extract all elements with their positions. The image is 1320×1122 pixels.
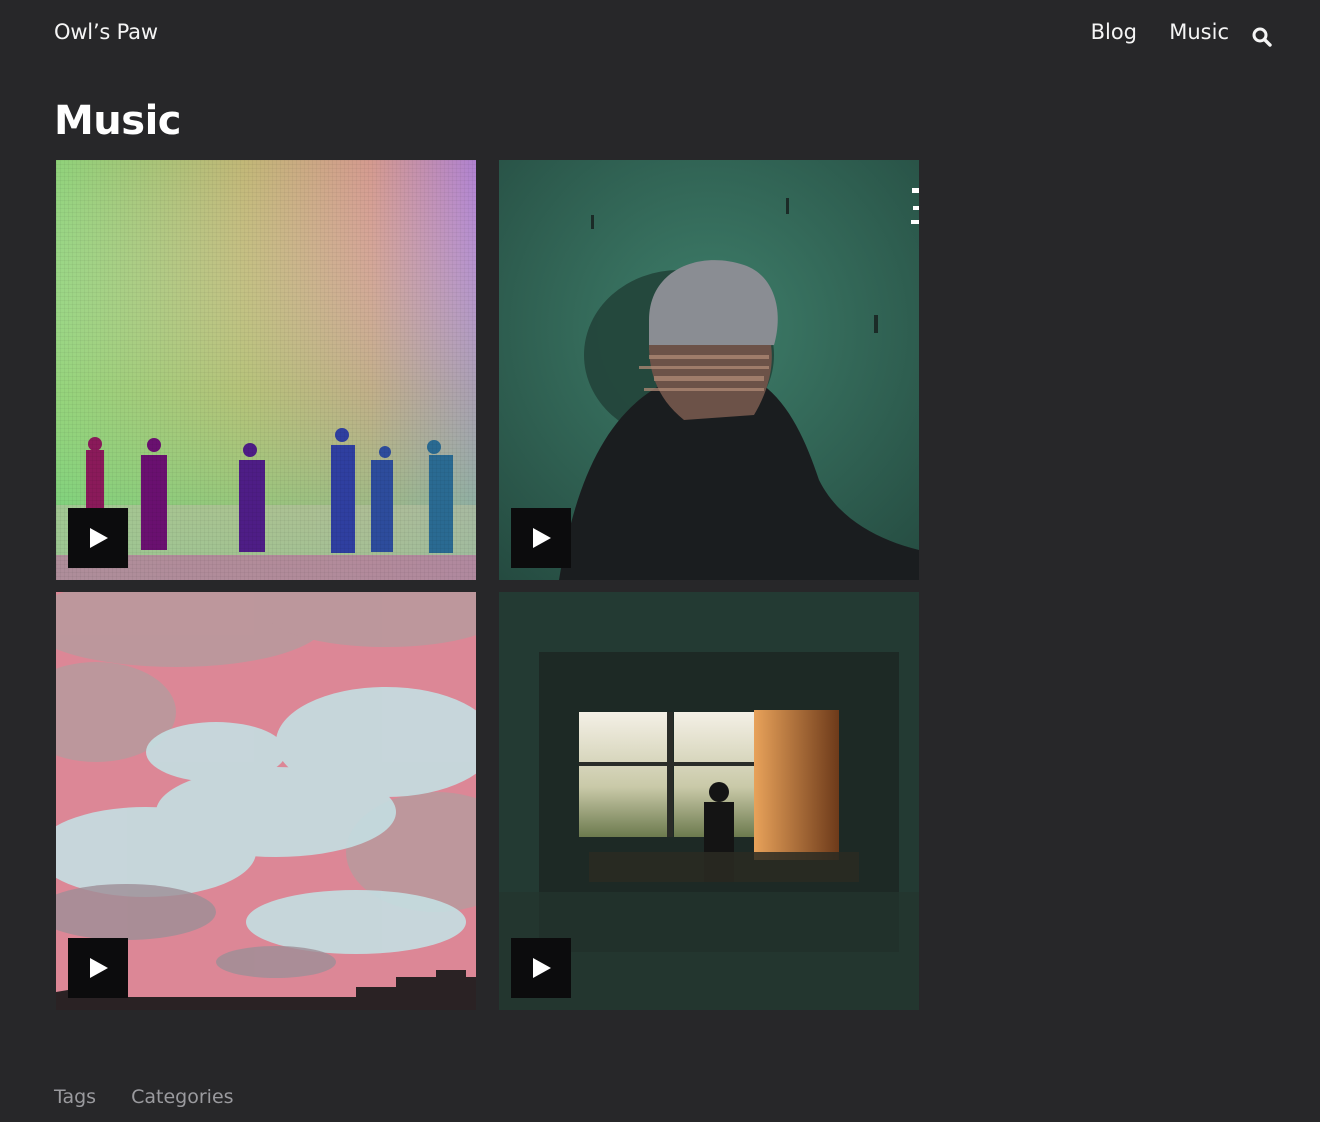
- site-title[interactable]: Owl’s Paw: [54, 20, 158, 44]
- music-grid: [56, 160, 920, 1012]
- play-button[interactable]: [68, 508, 128, 568]
- site-header: Owl’s Paw Blog Music: [0, 0, 1320, 70]
- footer-link-tags[interactable]: Tags: [54, 1086, 96, 1108]
- album-tile[interactable]: [56, 160, 476, 580]
- play-icon: [90, 958, 108, 978]
- play-icon: [533, 528, 551, 548]
- nav-blog[interactable]: Blog: [1091, 20, 1137, 44]
- search-icon[interactable]: [1251, 26, 1273, 48]
- page-title: Music: [54, 98, 182, 144]
- footer: Tags Categories: [54, 1086, 263, 1108]
- play-button[interactable]: [511, 508, 571, 568]
- footer-link-categories[interactable]: Categories: [131, 1086, 233, 1108]
- play-icon: [533, 958, 551, 978]
- play-button[interactable]: [511, 938, 571, 998]
- nav-music[interactable]: Music: [1169, 20, 1229, 44]
- play-button[interactable]: [68, 938, 128, 998]
- album-tile[interactable]: [499, 592, 919, 1010]
- album-tile[interactable]: [499, 160, 919, 580]
- play-icon: [90, 528, 108, 548]
- album-tile[interactable]: [56, 592, 476, 1010]
